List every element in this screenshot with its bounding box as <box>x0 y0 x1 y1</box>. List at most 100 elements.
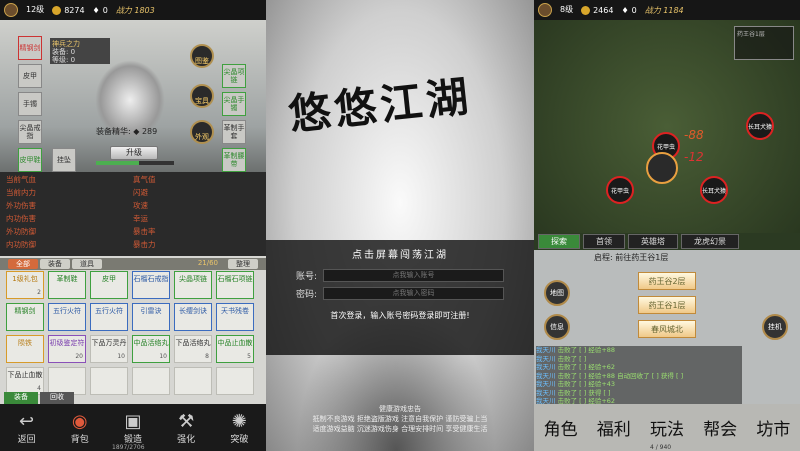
monster[interactable]: 长耳犬猿 <box>700 176 728 204</box>
monster[interactable]: 花甲虫 <box>606 176 634 204</box>
tab-equip[interactable]: 装备 <box>4 392 38 404</box>
log-player: 我天川 <box>536 354 556 363</box>
codex-button[interactable]: 图鉴 <box>190 44 214 68</box>
equip-slot-boots[interactable]: 皮甲鞋 <box>18 148 42 172</box>
health-notice: 健康游戏忠告 抵制不良游戏 拒绝盗版游戏 注意自我保护 谨防受骗上当 适度游戏益… <box>266 404 534 434</box>
tab-equipment[interactable]: 装备 <box>40 259 70 269</box>
ingot-icon: ♦ <box>621 5 629 15</box>
password-input[interactable] <box>323 287 504 300</box>
dest-button[interactable]: 春风城北 <box>638 320 696 338</box>
power-value: 战力 1184 <box>644 5 684 15</box>
equip-slot-gloves[interactable]: 革制手套 <box>222 120 246 144</box>
tab-items[interactable]: 道具 <box>72 259 102 269</box>
skill-box[interactable]: 神兵之力 装备: 0 等级: 0 <box>50 38 110 64</box>
info-button[interactable]: 信息 <box>544 314 570 340</box>
equipment-panel: 精钢剑 皮甲 手镯 尖晶戒指 皮甲鞋 挂坠 神兵之力 装备: 0 等级: 0 图… <box>0 20 266 172</box>
register-note: 首次登录，输入账号密码登录即可注册! <box>330 311 470 320</box>
monster[interactable]: 长耳犬猿 <box>746 112 774 140</box>
bag-item-name: 石榴石项链 <box>217 275 253 283</box>
bag-item[interactable]: 革制鞋 <box>48 271 86 299</box>
nav-gameplay[interactable]: 玩法 <box>650 415 684 440</box>
equip-slot-belt[interactable]: 革制腰带 <box>222 148 246 172</box>
nav-back[interactable]: ↩ 返回 <box>18 411 36 445</box>
bag-item[interactable]: 天书残卷 <box>216 303 254 331</box>
bag-item[interactable]: 初级鉴定符 20 <box>48 335 86 363</box>
equip-slot-pendant[interactable]: 挂坠 <box>52 148 76 172</box>
tab-illusion[interactable]: 龙虎幻景 <box>681 234 739 249</box>
nav-break[interactable]: ✺ 突破 <box>230 411 248 445</box>
equip-slot-armor[interactable]: 皮甲 <box>18 64 42 88</box>
skill-row: 等级: 0 <box>52 56 76 64</box>
enhance-icon: ⚒ <box>178 410 195 432</box>
equip-slot-necklace[interactable]: 尖晶项链 <box>222 64 246 88</box>
nav-forge[interactable]: ▣ 锻造 <box>124 411 142 445</box>
bag-item-count: 5 <box>247 353 251 360</box>
bag-item[interactable]: 尖晶项链 <box>174 271 212 299</box>
bag-item[interactable] <box>90 367 128 395</box>
avatar[interactable] <box>4 3 18 17</box>
account-input[interactable] <box>323 269 504 282</box>
tab-recycle[interactable]: 回收 <box>40 392 74 404</box>
tab-explore[interactable]: 探索 <box>538 234 580 249</box>
coin-counter: 2464 <box>581 5 613 15</box>
bag-item[interactable]: 引雷诀 <box>132 303 170 331</box>
nav-enhance[interactable]: ⚒ 强化 <box>177 411 195 445</box>
sort-button[interactable]: 整理 <box>228 259 258 269</box>
equip-slot-bracelet2[interactable]: 尖晶手镯 <box>222 92 246 116</box>
nav-role[interactable]: 角色 <box>544 415 578 440</box>
bag-item[interactable]: 下品活络丸 8 <box>174 335 212 363</box>
password-label: 密码: <box>296 290 318 300</box>
login-panel[interactable]: 点击屏幕闯荡江湖 账号: 密码: 首次登录，输入账号密码登录即可注册! <box>266 240 534 355</box>
stat-label: 暴击率 <box>133 227 156 236</box>
equip-slot-bracelet[interactable]: 手镯 <box>18 92 42 116</box>
battle-map[interactable]: 药王谷1层 长耳犬猿 花甲虫 花甲虫 长耳犬猿 -88 -12 <box>534 20 800 233</box>
tab-all[interactable]: 全部 <box>8 259 38 269</box>
bag-item[interactable]: 石榴石戒指 <box>132 271 170 299</box>
minimap[interactable]: 药王谷1层 <box>734 26 794 60</box>
bag-item[interactable]: 石榴石项链 <box>216 271 254 299</box>
nav-market[interactable]: 坊市 <box>756 415 790 440</box>
nav-bag[interactable]: ◉ 背包 <box>71 411 89 445</box>
bag-item[interactable]: 1级礼包 2 <box>6 271 44 299</box>
nav-welfare[interactable]: 福利 <box>597 415 631 440</box>
treasure-button[interactable]: 宝具 <box>190 84 214 108</box>
bag-item[interactable] <box>48 367 86 395</box>
log-player: 我天川 <box>536 380 556 388</box>
auto-battle-button[interactable]: 挂机 <box>762 314 788 340</box>
login-screen: 悠悠江湖 点击屏幕闯荡江湖 账号: 密码: 首次登录，输入账号密码登录即可注册!… <box>266 0 534 451</box>
bag-item[interactable]: 下品止血散 4 <box>6 367 44 395</box>
bag-item[interactable]: 五行火符 <box>90 303 128 331</box>
bag-item-count: 20 <box>75 353 83 360</box>
log-line: 我天川 击败了 [ ] 经验+62 <box>536 363 742 372</box>
bag-item-name: 革制鞋 <box>56 275 78 283</box>
stat-label: 当前内力 <box>6 188 36 197</box>
bag-item[interactable]: 五行火符 <box>48 303 86 331</box>
bag-item-count: 2 <box>37 289 41 296</box>
coin-icon <box>52 5 62 15</box>
bag-item[interactable]: 中品止血散 5 <box>216 335 254 363</box>
bag-item[interactable]: 皮甲 <box>90 271 128 299</box>
equip-slot-weapon[interactable]: 精钢剑 <box>18 36 42 60</box>
bag-item[interactable]: 下品万灵丹 10 <box>90 335 128 363</box>
dest-button[interactable]: 药王谷1层 <box>638 296 696 314</box>
map-button[interactable]: 地图 <box>544 280 570 306</box>
dest-button[interactable]: 药王谷2层 <box>638 272 696 290</box>
stat-label: 幸运 <box>133 214 148 223</box>
bag-item[interactable]: 陨铁 <box>6 335 44 363</box>
bag-item[interactable] <box>216 367 254 395</box>
login-header[interactable]: 点击屏幕闯荡江湖 <box>296 246 504 261</box>
appearance-button[interactable]: 外观 <box>190 120 214 144</box>
bag-item[interactable]: 精钢剑 <box>6 303 44 331</box>
tab-tower[interactable]: 英雄塔 <box>628 234 678 249</box>
bag-item-name: 五行火符 <box>53 307 81 315</box>
equip-slot-ring[interactable]: 尖晶戒指 <box>18 120 42 144</box>
bag-item[interactable] <box>174 367 212 395</box>
avatar[interactable] <box>538 3 552 17</box>
tab-boss[interactable]: 首领 <box>583 234 625 249</box>
bag-item[interactable] <box>132 367 170 395</box>
nav-guild[interactable]: 帮会 <box>703 415 737 440</box>
log-line: 我天川 击败了 [ ] 获得 [ ] <box>536 389 742 398</box>
bag-item[interactable]: 中品活络丸 10 <box>132 335 170 363</box>
upgrade-button[interactable]: 升级 <box>110 146 158 160</box>
bag-item[interactable]: 长缨剑诀 <box>174 303 212 331</box>
